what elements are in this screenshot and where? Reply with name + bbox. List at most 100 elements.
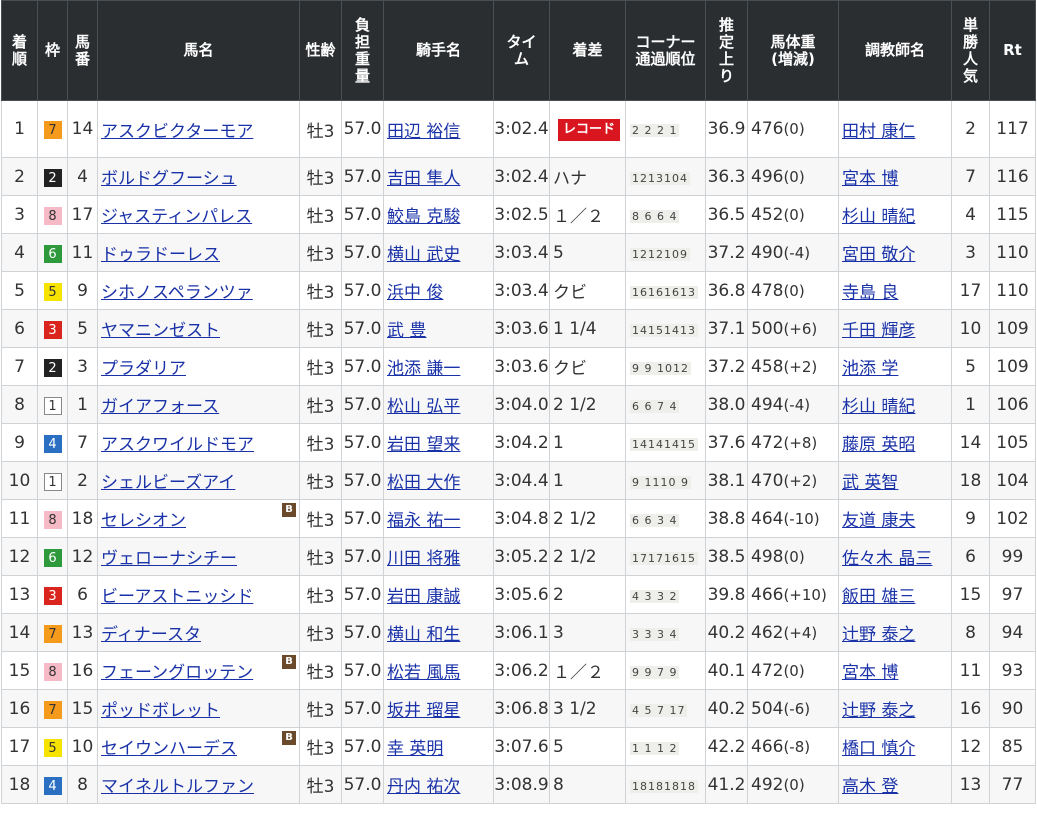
bodyweight-cell: 476(0) xyxy=(747,100,839,158)
rank-cell: 1 xyxy=(1,100,38,158)
weight-cell: 57.0 xyxy=(341,385,384,424)
margin-text: 2 1/2 xyxy=(553,546,597,567)
horse-name-link[interactable]: プラダリア xyxy=(101,359,186,379)
horse-name-link[interactable]: アスクビクターモア xyxy=(101,122,253,142)
horse-name-link[interactable]: ポッドボレット xyxy=(101,701,220,721)
table-row: 16 7 15 ポッドボレット 牡3 57.0 坂井 瑠星 3:06.8 3 1/2 4 5 7 … xyxy=(1,689,1036,728)
trainer-link[interactable]: 宮本 博 xyxy=(842,663,898,683)
margin-cell: 2 1/2 xyxy=(549,499,626,538)
frame-badge: 3 xyxy=(43,586,62,605)
horse-name-link[interactable]: ジャスティンパレス xyxy=(101,207,252,227)
jockey-link[interactable]: 田辺 裕信 xyxy=(387,122,460,142)
trainer-link[interactable]: 武 英智 xyxy=(842,473,898,493)
jockey-cell: 川田 将雅 xyxy=(383,537,494,576)
horse-number-cell: 12 xyxy=(67,537,98,576)
trainer-link[interactable]: 千田 輝彦 xyxy=(842,321,915,341)
jockey-link[interactable]: 武 豊 xyxy=(387,321,426,341)
jockey-link[interactable]: 坂井 瑠星 xyxy=(387,701,460,721)
last3f-cell: 36.9 xyxy=(705,100,748,158)
trainer-cell: 千田 輝彦 xyxy=(838,309,952,348)
jockey-link[interactable]: 松山 弘平 xyxy=(387,397,460,417)
popularity-cell: 2 xyxy=(951,100,990,158)
jockey-link[interactable]: 岩田 望来 xyxy=(387,435,460,455)
frame-cell: 8 xyxy=(37,651,68,690)
horse-name-link[interactable]: ヴェローナシチー xyxy=(101,549,237,569)
rating-cell: 109 xyxy=(989,347,1036,386)
frame-badge: 4 xyxy=(43,434,62,453)
horse-name-link[interactable]: フェーングロッテン xyxy=(101,663,253,683)
trainer-link[interactable]: 池添 学 xyxy=(842,359,898,379)
time-cell: 3:06.1 xyxy=(493,613,550,652)
corner-cell: 17171615 xyxy=(625,537,706,576)
corner-cell: 1 1 1 2 xyxy=(625,727,706,766)
sex-age-cell: 牡3 xyxy=(299,195,342,234)
sex-age-cell: 牡3 xyxy=(299,651,342,690)
bodyweight-cell: 452(0) xyxy=(747,195,839,234)
popularity-cell: 16 xyxy=(951,689,990,728)
horse-name-link[interactable]: セイウンハーデス xyxy=(101,739,237,759)
frame-badge: 8 xyxy=(43,206,62,225)
trainer-cell: 藤原 英昭 xyxy=(838,423,952,462)
jockey-link[interactable]: 横山 武史 xyxy=(387,245,460,265)
horse-name-link[interactable]: ビーアストニッシド xyxy=(101,587,253,607)
corner-positions: 6 6 3 4 xyxy=(630,513,680,527)
last3f-cell: 36.3 xyxy=(705,157,748,196)
jockey-link[interactable]: 鮫島 克駿 xyxy=(387,207,460,227)
jockey-link[interactable]: 松田 大作 xyxy=(387,473,460,493)
trainer-link[interactable]: 寺島 良 xyxy=(842,283,898,303)
jockey-link[interactable]: 浜中 俊 xyxy=(387,283,443,303)
trainer-link[interactable]: 橋口 慎介 xyxy=(842,739,915,759)
trainer-link[interactable]: 佐々木 晶三 xyxy=(842,549,932,569)
horse-name-link[interactable]: マイネルトルファン xyxy=(101,777,254,797)
horse-number-cell: 6 xyxy=(67,575,98,614)
bodyweight-value: 504 xyxy=(751,698,784,719)
trainer-link[interactable]: 杉山 晴紀 xyxy=(842,397,915,417)
jockey-link[interactable]: 横山 和生 xyxy=(387,625,460,645)
time-cell: 3:03.4 xyxy=(493,233,550,272)
margin-cell: クビ xyxy=(549,271,626,310)
bodyweight-value: 490 xyxy=(751,242,784,263)
horse-name-link[interactable]: シェルビーズアイ xyxy=(101,473,235,493)
popularity-cell: 18 xyxy=(951,461,990,500)
trainer-link[interactable]: 宮本 博 xyxy=(842,169,898,189)
bodyweight-change: (+2) xyxy=(783,471,818,490)
trainer-link[interactable]: 杉山 晴紀 xyxy=(842,207,915,227)
jockey-link[interactable]: 丹内 祐次 xyxy=(387,777,460,797)
trainer-link[interactable]: 高木 登 xyxy=(842,777,898,797)
time-cell: 3:07.6 xyxy=(493,727,550,766)
bodyweight-cell: 466(+10) xyxy=(747,575,839,614)
jockey-link[interactable]: 池添 謙一 xyxy=(387,359,460,379)
margin-text: 3 1/2 xyxy=(553,698,597,719)
margin-cell: １／２ xyxy=(549,651,626,690)
trainer-cell: 辻野 泰之 xyxy=(838,689,952,728)
trainer-link[interactable]: 田村 康仁 xyxy=(842,122,915,142)
trainer-link[interactable]: 宮田 敬介 xyxy=(842,245,915,265)
horse-name-link[interactable]: ヤマニンゼスト xyxy=(101,321,220,341)
jockey-link[interactable]: 岩田 康誠 xyxy=(387,587,460,607)
jockey-link[interactable]: 幸 英明 xyxy=(387,739,443,759)
table-row: 4 6 11 ドゥラドーレス 牡3 57.0 横山 武史 3:03.4 5 1212109 37.2… xyxy=(1,233,1036,272)
rank-cell: 15 xyxy=(1,651,38,690)
horse-name-link[interactable]: セレシオン xyxy=(101,511,186,531)
jockey-link[interactable]: 福永 祐一 xyxy=(387,511,460,531)
margin-cell: 2 1/2 xyxy=(549,385,626,424)
jockey-link[interactable]: 吉田 隼人 xyxy=(387,169,460,189)
trainer-link[interactable]: 友道 康夫 xyxy=(842,511,915,531)
horse-name-link[interactable]: ドゥラドーレス xyxy=(101,245,220,265)
horse-name-link[interactable]: シホノスペランツァ xyxy=(101,283,253,303)
horse-name-link[interactable]: ガイアフォース xyxy=(101,397,219,417)
trainer-link[interactable]: 藤原 英昭 xyxy=(842,435,915,455)
horse-name-link[interactable]: アスクワイルドモア xyxy=(101,435,254,455)
corner-positions: 14141415 xyxy=(630,437,698,451)
trainer-link[interactable]: 飯田 雄三 xyxy=(842,587,915,607)
jockey-link[interactable]: 川田 将雅 xyxy=(387,549,460,569)
popularity-cell: 12 xyxy=(951,727,990,766)
horse-name-link[interactable]: ボルドグフーシュ xyxy=(101,169,237,189)
jockey-link[interactable]: 松若 風馬 xyxy=(387,663,460,683)
bodyweight-change: (0) xyxy=(783,120,805,138)
bodyweight-value: 472 xyxy=(751,660,784,681)
trainer-link[interactable]: 辻野 泰之 xyxy=(842,701,915,721)
horse-name-cell: フェーングロッテン B xyxy=(97,651,300,690)
trainer-link[interactable]: 辻野 泰之 xyxy=(842,625,915,645)
horse-name-link[interactable]: ディナースタ xyxy=(101,625,201,645)
